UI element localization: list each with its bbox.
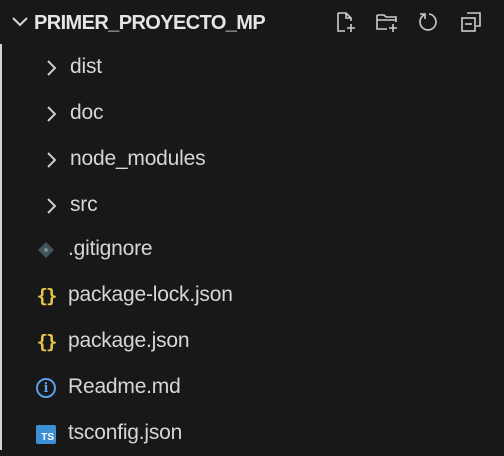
tree-item-folder-node-modules[interactable]: node_modules xyxy=(0,138,504,182)
chevron-right-icon xyxy=(47,198,57,214)
chevron-down-icon[interactable] xyxy=(10,12,30,32)
json-icon: {} xyxy=(36,285,58,307)
chevron-right-icon xyxy=(47,106,57,122)
explorer-actions xyxy=(332,9,484,35)
new-file-button[interactable] xyxy=(332,9,358,35)
tree-item-label: node_modules xyxy=(70,147,206,170)
chevron-right-icon xyxy=(47,152,57,168)
new-file-icon xyxy=(337,12,355,32)
tree-item-label: Readme.md xyxy=(68,375,181,398)
tree-item-file-tsconfig[interactable]: TS tsconfig.json xyxy=(0,412,504,456)
project-title[interactable]: PRIMER_PROYECTO_MP xyxy=(34,12,266,35)
tree-item-folder-dist[interactable]: dist xyxy=(0,46,504,90)
explorer-project-header[interactable]: PRIMER_PROYECTO_MP xyxy=(0,0,504,44)
info-icon: i xyxy=(34,376,58,400)
tree-item-label: package-lock.json xyxy=(68,283,233,306)
refresh-icon xyxy=(419,13,437,31)
collapse-all-icon xyxy=(461,12,481,32)
json-icon: {} xyxy=(36,331,58,353)
tree-item-label: tsconfig.json xyxy=(68,421,183,444)
tree-item-label: src xyxy=(70,193,98,216)
tree-item-label: dist xyxy=(70,55,102,78)
new-folder-button[interactable] xyxy=(374,9,400,35)
tree-item-file-gitignore[interactable]: .gitignore xyxy=(0,228,504,272)
tree-item-label: doc xyxy=(70,101,104,124)
tree-item-file-package-lock[interactable]: {} package-lock.json xyxy=(0,274,504,318)
file-explorer: PRIMER_PROYECTO_MP dist doc node_modules… xyxy=(0,0,504,450)
git-icon xyxy=(34,238,58,262)
new-folder-icon xyxy=(376,14,397,32)
tree-item-label: package.json xyxy=(68,329,190,352)
tree-item-file-package[interactable]: {} package.json xyxy=(0,320,504,364)
tree-item-file-readme[interactable]: i Readme.md xyxy=(0,366,504,410)
refresh-button[interactable] xyxy=(416,9,442,35)
tree-item-folder-doc[interactable]: doc xyxy=(0,92,504,136)
collapse-all-button[interactable] xyxy=(458,9,484,35)
chevron-right-icon xyxy=(47,60,57,76)
tree-item-folder-src[interactable]: src xyxy=(0,184,504,228)
tree-item-label: .gitignore xyxy=(68,237,153,260)
ts-badge: TS xyxy=(36,424,56,444)
typescript-icon: TS xyxy=(34,422,58,446)
